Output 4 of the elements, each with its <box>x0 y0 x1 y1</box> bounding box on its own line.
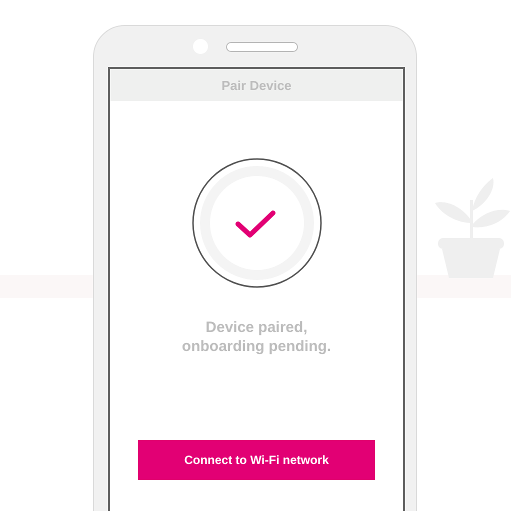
checkmark-icon <box>192 158 322 288</box>
status-message: Device paired, onboarding pending. <box>182 318 332 356</box>
connect-button[interactable]: Connect to Wi-Fi network <box>138 440 375 480</box>
speaker-icon <box>226 42 298 52</box>
